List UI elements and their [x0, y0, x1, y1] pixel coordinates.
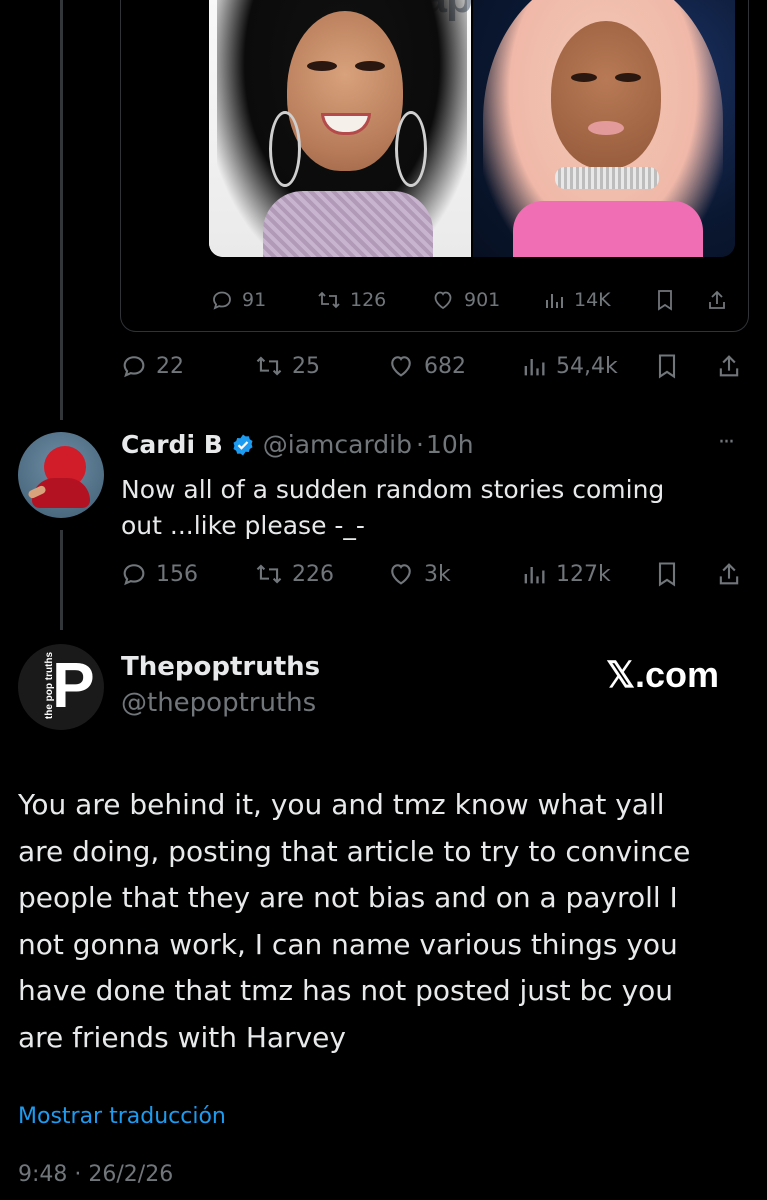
bookmark-icon	[658, 562, 676, 587]
views-icon	[524, 359, 545, 376]
quoted-tweet-card[interactable]: cap	[120, 0, 749, 332]
cardi-b-photo[interactable]: cap	[209, 0, 471, 257]
quoted-like-button[interactable]: 901	[430, 288, 500, 312]
bookmark-icon	[658, 290, 672, 311]
parent-views-button[interactable]: 54,4k	[520, 352, 618, 380]
thread-line-middle	[60, 530, 63, 630]
cardi-b-handle[interactable]: @iamcardib	[263, 430, 412, 459]
cardi-b-avatar[interactable]	[18, 432, 104, 518]
parent-reply-count: 22	[156, 353, 184, 379]
reply-icon	[213, 291, 231, 310]
share-icon	[719, 563, 739, 585]
cardi-like-count: 3k	[424, 561, 451, 587]
parent-like-button[interactable]: 682	[386, 352, 466, 380]
cardi-b-time[interactable]: 10h	[426, 430, 474, 459]
cardi-views-button[interactable]: 127k	[520, 560, 611, 588]
retweet-icon	[256, 356, 282, 376]
main-tweet-line-6: are friends with Harvey	[18, 1020, 346, 1054]
cardi-like-button[interactable]: 3k	[386, 560, 451, 588]
thepoptruths-handle[interactable]: @thepoptruths	[121, 688, 316, 718]
cardi-share-button[interactable]	[716, 560, 742, 588]
parent-retweet-button[interactable]: 25	[254, 352, 320, 380]
main-tweet-line-2: are doing, posting that article to try t…	[18, 834, 691, 868]
cardi-bookmark-button[interactable]	[654, 560, 680, 588]
nicki-minaj-photo[interactable]	[473, 0, 735, 257]
x-com-brand: 𝕏.com	[606, 654, 720, 695]
views-icon	[546, 294, 563, 308]
quoted-views-button[interactable]: 14K	[542, 288, 611, 312]
main-tweet-line-4: not gonna work, I can name various thing…	[18, 927, 678, 961]
quoted-bookmark-button[interactable]	[654, 288, 676, 312]
reply-icon	[123, 564, 145, 586]
retweet-icon	[318, 291, 340, 309]
cardi-b-tweet-text-line-1: Now all of a sudden random stories comin…	[121, 475, 665, 504]
cardi-reply-count: 156	[156, 561, 198, 587]
thepoptruths-avatar[interactable]: P the pop truths	[18, 644, 104, 730]
retweet-icon	[256, 564, 282, 584]
cardi-retweet-count: 226	[292, 561, 334, 587]
parent-reply-button[interactable]: 22	[120, 352, 184, 380]
bookmark-icon	[658, 354, 676, 379]
parent-bookmark-button[interactable]	[654, 352, 680, 380]
reply-icon	[123, 356, 145, 378]
handle-separator: ·	[416, 430, 424, 459]
quoted-retweet-button[interactable]: 126	[316, 288, 386, 312]
thread-line-top	[60, 0, 63, 420]
avatar-vertical-text: the pop truths	[44, 651, 56, 720]
main-tweet-line-5: have done that tmz has not posted just b…	[18, 974, 674, 1007]
quoted-like-count: 901	[464, 289, 501, 311]
parent-like-count: 682	[424, 353, 466, 379]
cardi-reply-button[interactable]: 156	[120, 560, 198, 588]
quoted-retweet-count: 126	[350, 289, 387, 311]
show-translation-link[interactable]: Mostrar traducción	[18, 1104, 226, 1129]
quoted-share-button[interactable]	[706, 288, 728, 312]
share-icon	[709, 290, 725, 309]
cardi-views-count: 127k	[556, 561, 611, 587]
parent-share-button[interactable]	[716, 352, 742, 380]
main-tweet-line-3: people that they are not bias and on a p…	[18, 881, 678, 914]
parent-retweet-count: 25	[292, 353, 320, 379]
quoted-reply-count: 91	[242, 289, 267, 311]
heart-icon	[391, 356, 411, 377]
cardi-retweet-button[interactable]: 226	[254, 560, 334, 588]
views-icon	[524, 567, 545, 584]
tweet-timestamp[interactable]: 9:48 · 26/2/26	[18, 1162, 173, 1187]
heart-icon	[434, 291, 452, 310]
quoted-reply-button[interactable]: 91	[210, 288, 266, 312]
main-tweet-line-1: You are behind it, you and tmz know what…	[18, 788, 665, 821]
cardi-b-tweet-text-line-2: out ...like please -_-	[121, 511, 365, 540]
main-tweet-text: You are behind it, you and tmz know what…	[18, 782, 758, 1061]
quoted-views-count: 14K	[574, 289, 611, 311]
avatar-letter: P	[52, 649, 95, 721]
share-icon	[719, 355, 739, 377]
heart-icon	[391, 564, 411, 585]
thepoptruths-name[interactable]: Thepoptruths	[121, 652, 320, 682]
parent-views-count: 54,4k	[556, 353, 618, 379]
more-options-button[interactable]: ···	[718, 430, 735, 455]
verified-badge-icon	[233, 434, 253, 455]
cardi-b-name[interactable]: Cardi B	[121, 430, 223, 459]
